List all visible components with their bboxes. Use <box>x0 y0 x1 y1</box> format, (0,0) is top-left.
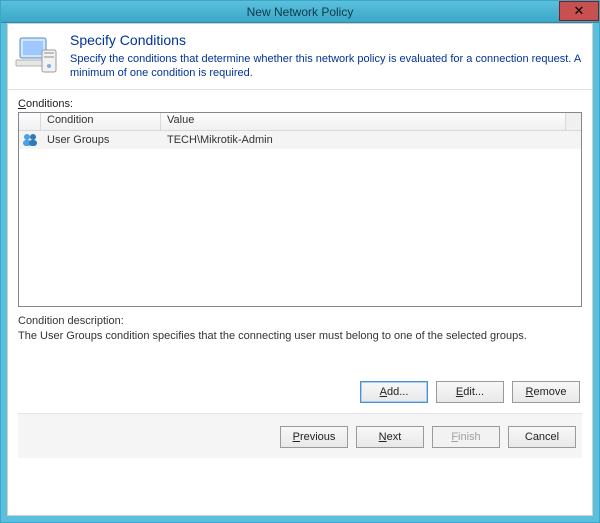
close-icon: ✕ <box>574 3 585 19</box>
cancel-button[interactable]: Cancel <box>508 426 576 448</box>
list-body: User Groups TECH\Mikrotik-Admin <box>19 131 581 306</box>
col-condition-header[interactable]: Condition <box>41 113 161 130</box>
table-row[interactable]: User Groups TECH\Mikrotik-Admin <box>19 131 581 149</box>
list-header: Condition Value <box>19 113 581 131</box>
scrollbar-gutter <box>565 113 581 130</box>
row-condition: User Groups <box>41 134 161 146</box>
content-area: Conditions: Condition Value <box>8 90 592 515</box>
page-subtitle: Specify the conditions that determine wh… <box>70 52 582 81</box>
close-button[interactable]: ✕ <box>559 1 599 21</box>
next-button[interactable]: Next <box>356 426 424 448</box>
titlebar: New Network Policy ✕ <box>1 1 599 23</box>
wizard-header: Specify Conditions Specify the condition… <box>8 24 592 90</box>
wizard-buttons: Previous Next Finish Cancel <box>18 414 582 458</box>
client-area: Specify Conditions Specify the condition… <box>7 23 593 516</box>
description-block: Condition description: The User Groups c… <box>18 315 582 357</box>
header-text: Specify Conditions Specify the condition… <box>70 32 582 81</box>
description-label: Condition description: <box>18 315 582 327</box>
conditions-label: Conditions: <box>18 98 582 110</box>
conditions-list[interactable]: Condition Value <box>18 112 582 307</box>
finish-button[interactable]: Finish <box>432 426 500 448</box>
description-text: The User Groups condition specifies that… <box>18 329 582 357</box>
col-value-header[interactable]: Value <box>161 113 565 130</box>
add-button[interactable]: Add... <box>360 381 428 403</box>
window-title: New Network Policy <box>1 5 599 19</box>
policy-computer-icon <box>14 32 62 80</box>
condition-buttons: Add... Edit... Remove <box>18 357 582 414</box>
edit-button[interactable]: Edit... <box>436 381 504 403</box>
wizard-window: New Network Policy ✕ <box>0 0 600 523</box>
previous-button[interactable]: Previous <box>280 426 348 448</box>
col-icon-header <box>19 113 41 130</box>
user-groups-icon <box>19 133 41 147</box>
page-title: Specify Conditions <box>70 32 582 48</box>
row-value: TECH\Mikrotik-Admin <box>161 134 581 146</box>
remove-button[interactable]: Remove <box>512 381 580 403</box>
window-frame: Specify Conditions Specify the condition… <box>1 23 599 522</box>
